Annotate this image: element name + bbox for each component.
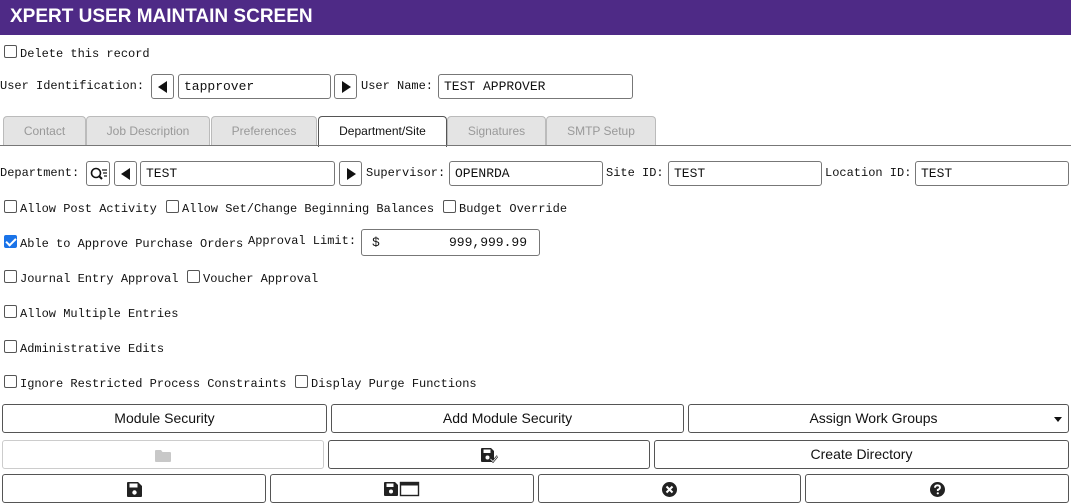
location-id-field[interactable]: TEST <box>915 161 1069 186</box>
allow-multiple-entries-checkbox[interactable] <box>4 305 17 318</box>
user-id-next-button[interactable] <box>334 74 357 99</box>
arrow-left-icon <box>121 168 130 180</box>
delete-record-checkbox[interactable] <box>4 45 17 58</box>
allow-multiple-entries-label: Allow Multiple Entries <box>20 307 179 321</box>
department-label: Department: <box>0 166 80 180</box>
budget-override-checkbox[interactable] <box>443 200 456 213</box>
tab-preferences[interactable]: Preferences <box>211 116 317 145</box>
voucher-approval-checkbox[interactable] <box>187 270 200 283</box>
journal-entry-approval-checkbox[interactable] <box>4 270 17 283</box>
folder-icon <box>155 449 171 462</box>
ignore-restricted-label: Ignore Restricted Process Constraints <box>20 377 287 391</box>
module-security-button[interactable]: Module Security <box>2 404 327 433</box>
site-id-field[interactable]: TEST <box>668 161 822 186</box>
display-purge-checkbox[interactable] <box>295 375 308 388</box>
department-next-button[interactable] <box>339 161 362 186</box>
page-title: XPERT USER MAINTAIN SCREEN <box>10 6 313 27</box>
tab-smtp-setup[interactable]: SMTP Setup <box>546 116 656 145</box>
title-bar: XPERT USER MAINTAIN SCREEN <box>0 0 1071 35</box>
add-module-security-button[interactable]: Add Module Security <box>331 404 684 433</box>
cancel-icon <box>662 481 677 497</box>
tab-job-description[interactable]: Job Description <box>86 116 210 145</box>
allow-set-change-balances-checkbox[interactable] <box>166 200 179 213</box>
budget-override-label: Budget Override <box>459 202 568 216</box>
department-search-button[interactable] <box>86 161 110 186</box>
administrative-edits-label: Administrative Edits <box>20 342 165 356</box>
supervisor-label: Supervisor: <box>366 166 446 180</box>
currency-symbol: $ <box>372 235 380 250</box>
location-id-label: Location ID: <box>825 166 912 180</box>
help-icon <box>929 481 945 497</box>
voucher-approval-label: Voucher Approval <box>203 272 319 286</box>
tab-signatures[interactable]: Signatures <box>447 116 546 145</box>
supervisor-field[interactable]: OPENRDA <box>449 161 603 186</box>
tab-contact[interactable]: Contact <box>3 116 86 145</box>
user-name-field[interactable]: TEST APPROVER <box>438 74 633 99</box>
user-id-field[interactable]: tapprover <box>178 74 331 99</box>
journal-entry-approval-label: Journal Entry Approval <box>20 272 179 286</box>
user-id-label: User Identification: <box>0 79 145 93</box>
delete-record-label: Delete this record <box>20 47 150 61</box>
arrow-right-icon <box>347 168 356 180</box>
save-icon <box>126 481 142 497</box>
department-field[interactable]: TEST <box>140 161 335 186</box>
approve-purchase-orders-checkbox[interactable] <box>4 235 17 248</box>
user-id-prev-button[interactable] <box>151 74 174 99</box>
tab-divider <box>0 145 1071 146</box>
search-icon <box>90 167 107 180</box>
assign-work-groups-select[interactable]: Assign Work Groups <box>688 404 1069 433</box>
assign-work-groups-label: Assign Work Groups <box>809 410 938 426</box>
save-window-icon <box>384 482 420 497</box>
user-name-label: User Name: <box>361 79 434 93</box>
display-purge-label: Display Purge Functions <box>311 377 477 391</box>
chevron-down-icon <box>1054 417 1062 422</box>
administrative-edits-checkbox[interactable] <box>4 340 17 353</box>
allow-post-activity-label: Allow Post Activity <box>20 202 157 216</box>
ignore-restricted-checkbox[interactable] <box>4 375 17 388</box>
arrow-left-icon <box>158 81 167 93</box>
approve-purchase-orders-label: Able to Approve Purchase Orders <box>20 237 244 251</box>
folder-button[interactable] <box>2 440 324 469</box>
allow-set-change-balances-label: Allow Set/Change Beginning Balances <box>182 202 435 216</box>
site-id-label: Site ID: <box>606 166 664 180</box>
department-prev-button[interactable] <box>114 161 137 186</box>
arrow-right-icon <box>342 81 351 93</box>
allow-post-activity-checkbox[interactable] <box>4 200 17 213</box>
approval-limit-label: Approval Limit: <box>248 234 357 248</box>
save-check-icon <box>480 447 498 463</box>
create-directory-button[interactable]: Create Directory <box>654 440 1069 469</box>
tab-department-site[interactable]: Department/Site <box>318 116 447 147</box>
approval-limit-field[interactable]: $ 999,999.99 <box>361 229 540 256</box>
approval-limit-value: 999,999.99 <box>448 235 527 250</box>
save-check-button[interactable] <box>328 440 650 469</box>
